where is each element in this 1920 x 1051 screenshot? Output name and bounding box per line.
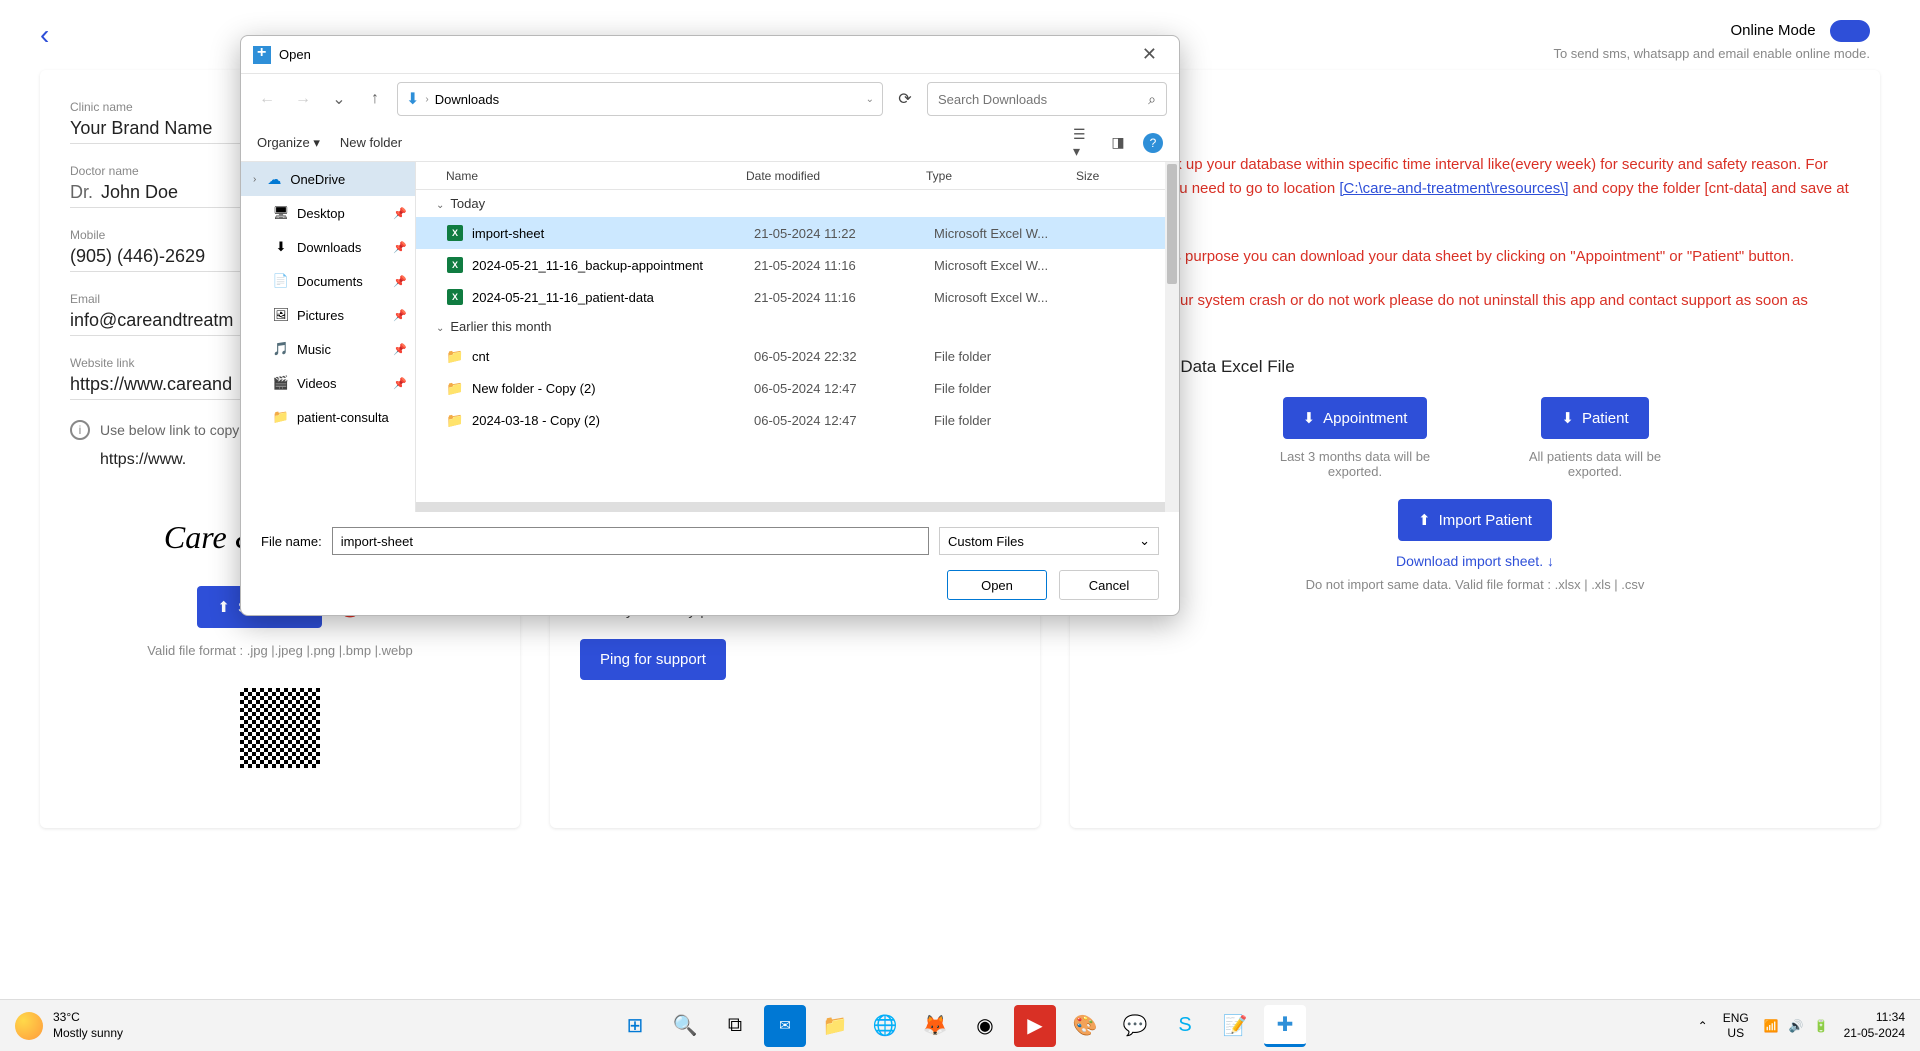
appointment-subtext: Last 3 months data will be exported. [1265, 449, 1445, 479]
app-icon-paint[interactable]: 🎨 [1064, 1005, 1106, 1047]
file-group-header[interactable]: ⌄Today [416, 190, 1179, 217]
download-icon: ⬇ [1561, 409, 1574, 427]
filename-label: File name: [261, 534, 322, 549]
care-treatment-app-icon[interactable]: ✚ [1264, 1005, 1306, 1047]
breadcrumb-text[interactable]: Downloads [435, 92, 499, 107]
online-mode-subtext: To send sms, whatsapp and email enable o… [1553, 46, 1870, 61]
start-button[interactable]: ⊞ [614, 1005, 656, 1047]
nav-back-button[interactable]: ← [253, 85, 281, 113]
preview-pane-button[interactable]: ◨ [1108, 133, 1128, 153]
file-row[interactable]: Ximport-sheet21-05-2024 11:22Microsoft E… [416, 217, 1179, 249]
sidebar-item-desktop[interactable]: 🖥Desktop📌 [241, 196, 415, 230]
file-row[interactable]: 📁2024-03-18 - Copy (2)06-05-2024 12:47Fi… [416, 404, 1179, 436]
vertical-scrollbar[interactable] [1165, 162, 1179, 512]
import-patient-button[interactable]: ⬆Import Patient [1398, 499, 1552, 541]
patient-button[interactable]: ⬇Patient [1541, 397, 1648, 439]
breadcrumb-separator-icon: › [425, 94, 428, 105]
back-button[interactable]: ‹ [40, 19, 49, 51]
sidebar-item-music[interactable]: 🎵Music📌 [241, 332, 415, 366]
tray-chevron-icon[interactable]: ⌃ [1698, 1019, 1708, 1033]
edge-icon[interactable]: 🌐 [864, 1005, 906, 1047]
cancel-button[interactable]: Cancel [1059, 570, 1159, 600]
open-button[interactable]: Open [947, 570, 1047, 600]
outlook-icon[interactable]: ✉ [764, 1005, 806, 1047]
backup-paragraph-2: For analysis purpose you can download yo… [1100, 245, 1850, 269]
backup-paragraph-3: In case if your system crash or do not w… [1100, 289, 1850, 337]
import-subtext: Do not import same data. Valid file form… [1100, 577, 1850, 592]
chrome-icon[interactable]: ◉ [964, 1005, 1006, 1047]
organize-menu[interactable]: Organize ▾ [257, 135, 320, 151]
file-row[interactable]: X2024-05-21_11-16_patient-data21-05-2024… [416, 281, 1179, 313]
notepad-icon[interactable]: 📝 [1214, 1005, 1256, 1047]
valid-format-text: Valid file format : .jpg |.jpeg |.png |.… [70, 643, 490, 658]
upload-icon: ⬆ [217, 598, 230, 616]
nav-up-button[interactable]: ↑ [361, 85, 389, 113]
download-import-sheet-link[interactable]: Download import sheet. ↓ [1100, 553, 1850, 569]
backup-title: Backup [1100, 100, 1850, 128]
horizontal-scrollbar[interactable] [416, 502, 1165, 512]
file-open-dialog: Open ✕ ← → ⌄ ↑ ⬇ › Downloads ⌄ ⟳ ⌕ Organ… [240, 35, 1180, 616]
whatsapp-icon[interactable]: 💬 [1114, 1005, 1156, 1047]
nav-recent-button[interactable]: ⌄ [325, 85, 353, 113]
column-header-type[interactable]: Type [926, 169, 1076, 183]
sidebar-item-downloads[interactable]: ⬇Downloads📌 [241, 230, 415, 264]
filetype-select[interactable]: Custom Files⌄ [939, 527, 1159, 555]
download-title: Download Data Excel File [1100, 357, 1850, 377]
download-icon: ⬇ [1303, 409, 1316, 427]
upload-icon: ⬆ [1418, 511, 1431, 529]
patient-subtext: All patients data will be exported. [1505, 449, 1685, 479]
dialog-title: Open [279, 47, 311, 62]
battery-icon[interactable]: 🔋 [1814, 1019, 1829, 1033]
backup-paragraph-1: Please back up your database within spec… [1100, 153, 1850, 225]
column-header-size[interactable]: Size [1076, 169, 1156, 183]
app-icon-red[interactable]: ▶ [1014, 1005, 1056, 1047]
sidebar-item-patient-consulta[interactable]: 📁patient-consulta [241, 400, 415, 434]
file-row[interactable]: 📁cnt06-05-2024 22:32File folder [416, 340, 1179, 372]
download-folder-icon: ⬇ [406, 89, 419, 109]
search-input[interactable] [938, 92, 1148, 107]
qr-code [240, 688, 320, 768]
file-list: Name Date modified Type Size ⌄TodayXimpo… [416, 162, 1179, 512]
task-view-button[interactable]: ⧉ [714, 1005, 756, 1047]
refresh-button[interactable]: ⟳ [891, 85, 919, 113]
file-explorer-icon[interactable]: 📁 [814, 1005, 856, 1047]
close-button[interactable]: ✕ [1132, 40, 1167, 69]
info-icon: i [70, 420, 90, 440]
address-dropdown-icon[interactable]: ⌄ [866, 94, 874, 105]
sidebar-item-pictures[interactable]: 🖼Pictures📌 [241, 298, 415, 332]
file-group-header[interactable]: ⌄Earlier this month [416, 313, 1179, 340]
folder-sidebar: ›☁OneDrive🖥Desktop📌⬇Downloads📌📄Documents… [241, 162, 416, 512]
backup-path-link[interactable]: [C:\care-and-treatment\resources\] [1339, 180, 1568, 197]
column-header-date[interactable]: Date modified [746, 169, 926, 183]
firefox-icon[interactable]: 🦊 [914, 1005, 956, 1047]
online-mode-label: Online Mode [1730, 22, 1815, 39]
weather-icon [15, 1012, 43, 1040]
column-header-name[interactable]: Name [446, 169, 746, 183]
taskbar: 33°CMostly sunny ⊞ 🔍 ⧉ ✉ 📁 🌐 🦊 ◉ ▶ 🎨 💬 S… [0, 999, 1920, 1051]
nav-forward-button[interactable]: → [289, 85, 317, 113]
skype-icon[interactable]: S [1164, 1005, 1206, 1047]
sidebar-item-videos[interactable]: 🎬Videos📌 [241, 366, 415, 400]
appointment-button[interactable]: ⬇Appointment [1283, 397, 1428, 439]
filename-input[interactable] [332, 527, 929, 555]
sidebar-item-onedrive[interactable]: ›☁OneDrive [241, 162, 415, 196]
search-icon: ⌕ [1148, 91, 1156, 108]
file-row[interactable]: X2024-05-21_11-16_backup-appointment21-0… [416, 249, 1179, 281]
weather-widget[interactable]: 33°CMostly sunny [15, 1010, 123, 1041]
file-row[interactable]: 📁New folder - Copy (2)06-05-2024 12:47Fi… [416, 372, 1179, 404]
search-box[interactable]: ⌕ [927, 82, 1167, 116]
clock[interactable]: 11:3421-05-2024 [1844, 1010, 1905, 1041]
search-button[interactable]: 🔍 [664, 1005, 706, 1047]
app-icon [253, 46, 271, 64]
new-folder-button[interactable]: New folder [340, 135, 402, 150]
address-bar[interactable]: ⬇ › Downloads ⌄ [397, 82, 883, 116]
backup-card: Backup Please back up your database with… [1070, 70, 1880, 828]
volume-icon[interactable]: 🔊 [1789, 1019, 1804, 1033]
help-button[interactable]: ? [1143, 133, 1163, 153]
ping-support-button[interactable]: Ping for support [580, 639, 726, 680]
online-mode-toggle[interactable] [1830, 20, 1870, 42]
view-options-button[interactable]: ☰ ▾ [1073, 133, 1093, 153]
sidebar-item-documents[interactable]: 📄Documents📌 [241, 264, 415, 298]
wifi-icon[interactable]: 📶 [1764, 1019, 1779, 1033]
